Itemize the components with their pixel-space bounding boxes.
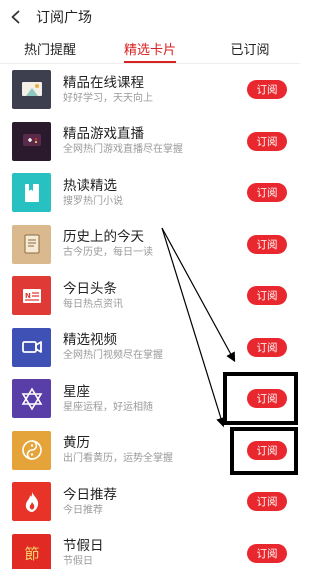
item-text: 今日头条每日热点资讯 — [63, 280, 247, 312]
subscribe-button[interactable]: 订阅 — [247, 80, 287, 100]
item-description: 每日热点资讯 — [63, 298, 123, 310]
item-title: 精品游戏直播 — [63, 126, 144, 142]
item-description: 好好学习，天天向上 — [63, 92, 153, 104]
item-description: 今日推荐 — [63, 504, 103, 516]
svg-text:N: N — [25, 292, 31, 300]
subscribe-button[interactable]: 订阅 — [247, 183, 287, 203]
item-title: 热读精选 — [63, 177, 117, 193]
tab-featured-cards[interactable]: 精选卡片 — [100, 34, 200, 63]
item-title: 精品在线课程 — [63, 74, 144, 90]
svg-text:節: 節 — [24, 545, 39, 563]
tab-hot-reminders[interactable]: 热门提醒 — [0, 34, 100, 63]
subscribe-button[interactable]: 订阅 — [247, 389, 287, 409]
item-title: 今日头条 — [63, 280, 117, 296]
online-course-icon — [12, 70, 51, 110]
subscribe-button[interactable]: 订阅 — [247, 131, 287, 151]
list-item[interactable]: 星座 星座运程，好运相随 订阅 — [0, 373, 300, 425]
top-bar: 订阅广场 — [0, 0, 300, 34]
item-description: 全网热门游戏直播尽在掌握 — [63, 144, 183, 156]
history-book-icon — [12, 224, 51, 264]
tab-bar: 热门提醒 精选卡片 已订阅 — [0, 34, 300, 64]
item-title: 今日推荐 — [63, 486, 117, 502]
item-text: 精选视频全网热门视频尽在掌握 — [63, 331, 247, 363]
subscribe-button[interactable]: 订阅 — [247, 492, 287, 512]
subscribe-button[interactable]: 订阅 — [247, 440, 287, 460]
subscribe-button[interactable]: 订阅 — [247, 337, 287, 357]
list-item[interactable]: 历史上的今天 古今历史，每日一读 订阅 — [0, 219, 300, 271]
list-item[interactable]: 今日推荐 今日推荐 订阅 — [0, 476, 300, 528]
festival-icon: 節 — [12, 533, 51, 569]
yin-yang-icon — [12, 430, 51, 470]
back-button[interactable] — [0, 0, 32, 34]
list-item[interactable]: 热读精选 搜罗热门小说 订阅 — [0, 167, 300, 219]
item-text: 节假日 节假日 — [63, 537, 247, 569]
tab-subscribed[interactable]: 已订阅 — [200, 34, 300, 63]
star-of-david-icon — [12, 379, 51, 419]
item-description: 全网热门视频尽在掌握 — [63, 350, 163, 362]
item-description: 出门看黄历，运势全掌握 — [63, 453, 173, 465]
item-text: 今日推荐 今日推荐 — [63, 486, 247, 518]
book-icon — [12, 173, 51, 213]
item-title: 历史上的今天 — [63, 229, 144, 245]
item-text: 精品游戏直播全网热门游戏直播尽在掌握 — [63, 125, 247, 157]
item-title: 精选视频 — [63, 332, 117, 348]
back-arrow-icon — [11, 10, 20, 24]
subscribe-button[interactable]: 订阅 — [247, 286, 287, 306]
item-text: 星座星座运程，好运相随 — [63, 383, 247, 415]
page-title: 订阅广场 — [36, 9, 92, 25]
item-text: 黄历出门看黄历，运势全掌握 — [63, 434, 247, 466]
flame-icon — [12, 482, 51, 522]
item-text: 精品在线课程好好学习，天天向上 — [63, 74, 247, 106]
card-list: 精品在线课程 好好学习，天天向上 订阅 精品游戏直播 全网热门游戏直播尽在掌握 订阅 热读精… — [0, 64, 300, 569]
list-item[interactable]: 節节假日 节假日 订阅 — [0, 528, 300, 569]
item-text: 历史上的今天古今历史，每日一读 — [63, 228, 247, 260]
subscribe-button[interactable]: 订阅 — [247, 543, 287, 563]
item-text: 热读精选搜罗热门小说 — [63, 177, 247, 209]
item-title: 节假日 — [63, 538, 104, 554]
news-icon: N — [12, 276, 51, 316]
subscribe-button[interactable]: 订阅 — [247, 234, 287, 254]
game-live-icon — [12, 121, 51, 161]
item-title: 黄历 — [63, 435, 90, 451]
item-description: 古今历史，每日一读 — [63, 247, 153, 259]
list-item[interactable]: 精品游戏直播 全网热门游戏直播尽在掌握 订阅 — [0, 116, 300, 168]
video-camera-icon — [12, 327, 51, 367]
item-description: 节假日 — [63, 556, 93, 568]
item-description: 搜罗热门小说 — [63, 195, 123, 207]
item-description: 星座运程，好运相随 — [63, 401, 153, 413]
item-title: 星座 — [63, 383, 90, 399]
list-item[interactable]: 精品在线课程 好好学习，天天向上 订阅 — [0, 64, 300, 116]
list-item[interactable]: 精选视频 全网热门视频尽在掌握 订阅 — [0, 322, 300, 374]
list-item[interactable]: 黄历 出门看黄历，运势全掌握 订阅 — [0, 425, 300, 477]
list-item[interactable]: N 今日头条 每日热点资讯 订阅 — [0, 270, 300, 322]
